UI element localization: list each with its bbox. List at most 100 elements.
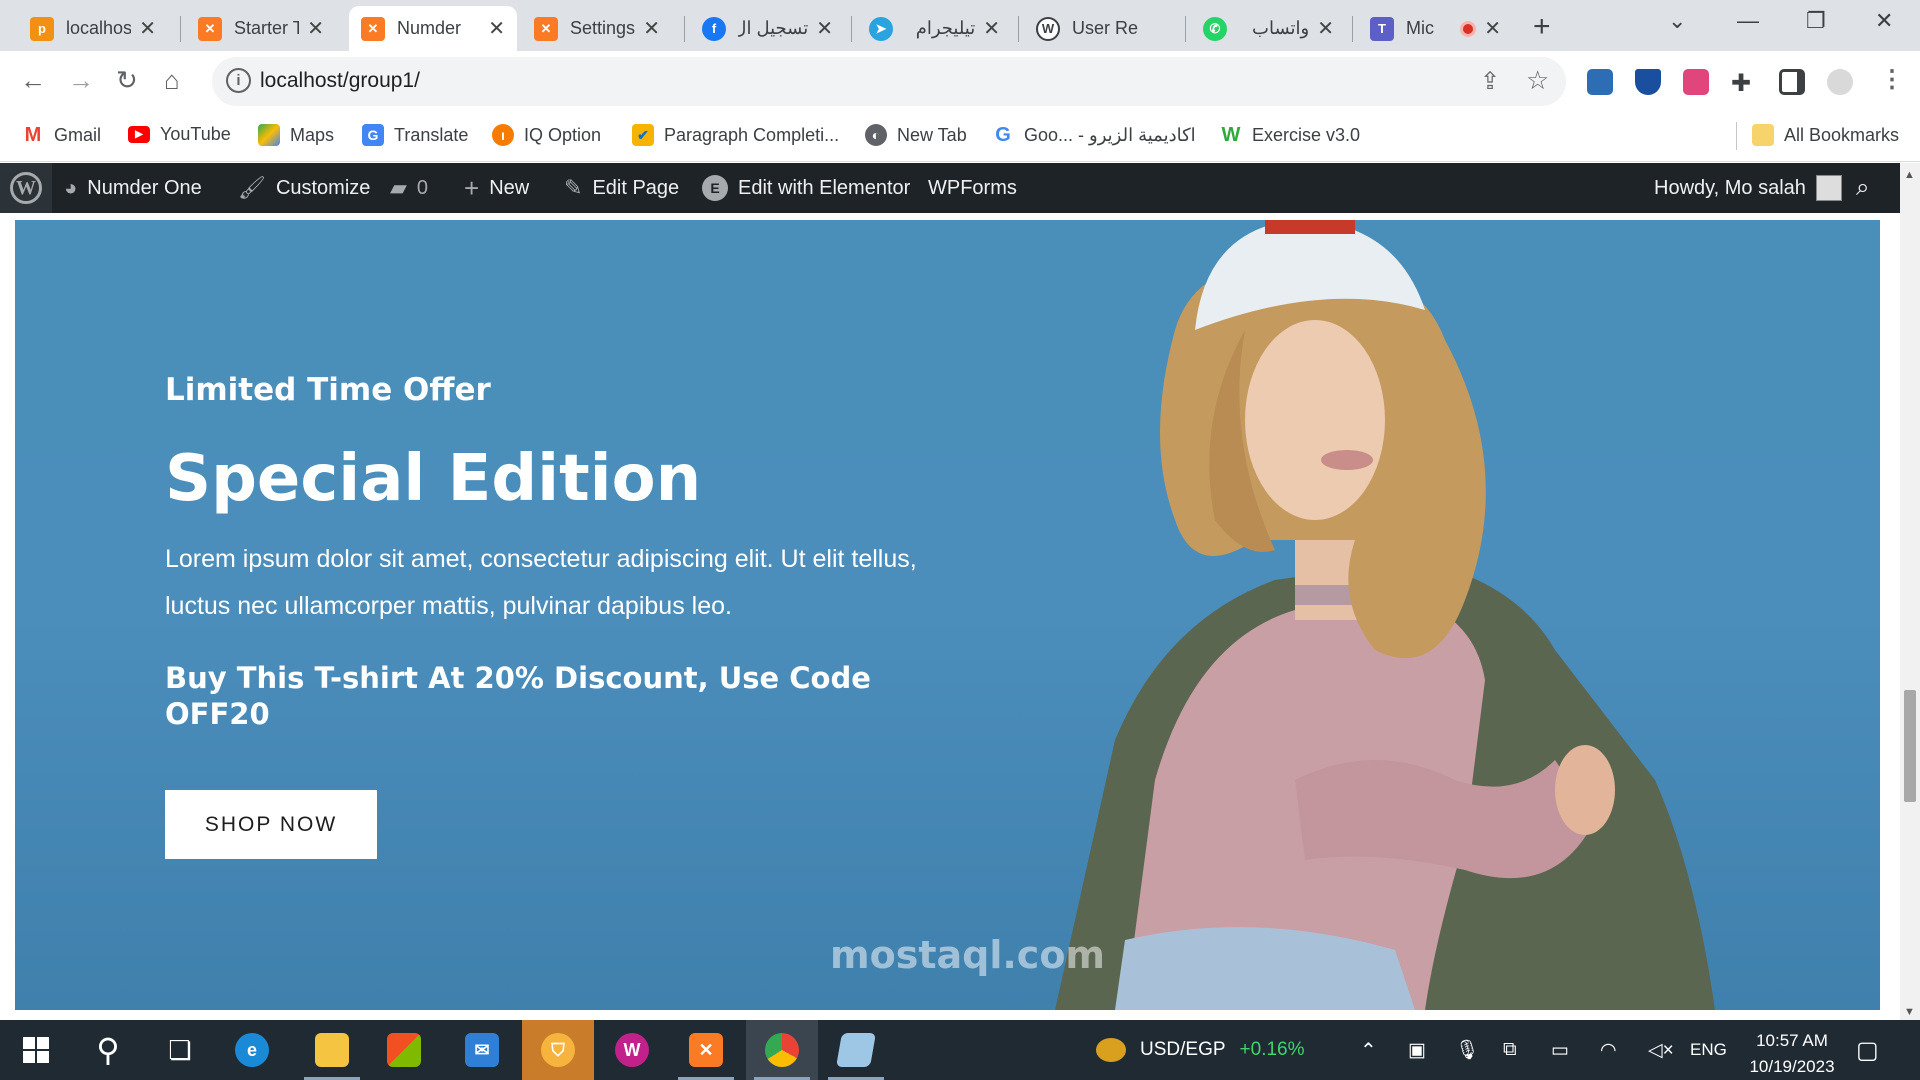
bookmark-translate[interactable]: G Translate	[362, 124, 468, 146]
taskbar-xampp[interactable]: ✕	[670, 1020, 742, 1080]
taskbar-store[interactable]	[368, 1020, 440, 1080]
share-icon[interactable]: ⇪	[1480, 67, 1500, 96]
address-bar[interactable]: i localhost/group1/ ⇪ ☆	[212, 57, 1566, 106]
restore-button[interactable]: ❐	[1806, 8, 1826, 34]
language-indicator[interactable]: ENG	[1690, 1020, 1727, 1080]
menu-kebab-icon[interactable]: ⋮	[1880, 65, 1904, 94]
close-icon[interactable]: ✕	[1317, 16, 1334, 41]
system-clock[interactable]: 10:57 AM 10/19/2023	[1742, 1028, 1842, 1080]
wordpress-logo-icon[interactable]: W	[0, 163, 52, 213]
facebook-icon: f	[702, 16, 726, 41]
wifi-icon[interactable]: ◠	[1600, 1020, 1617, 1080]
scroll-up-icon[interactable]: ▲	[1904, 169, 1915, 181]
xampp-icon: ✕	[198, 16, 222, 41]
task-view-icon[interactable]: ❏	[144, 1020, 216, 1080]
edge-icon: e	[235, 1033, 269, 1067]
close-icon[interactable]: ✕	[643, 16, 660, 41]
start-button[interactable]	[0, 1020, 72, 1080]
tab-localhost[interactable]: p localhos ✕	[18, 6, 168, 51]
taskbar-chrome[interactable]	[746, 1020, 818, 1080]
edit-page-link[interactable]: ✎ Edit Page	[564, 163, 679, 213]
tab-numder[interactable]: ✕ Numder ✕	[349, 6, 517, 51]
microphone-icon[interactable]: 🎙	[1455, 1020, 1479, 1080]
shop-now-button[interactable]: SHOP NOW	[165, 790, 377, 859]
site-info-icon[interactable]: i	[226, 68, 251, 93]
bookmark-star-icon[interactable]: ☆	[1526, 65, 1549, 96]
close-icon[interactable]: ✕	[1484, 16, 1501, 41]
home-icon[interactable]: ⌂	[164, 65, 180, 96]
iq-option-icon: ı	[492, 124, 514, 146]
currency-widget[interactable]: USD/EGP +0.16%	[1096, 1020, 1305, 1080]
brave-icon: ⛉	[541, 1033, 575, 1067]
chrome-icon	[765, 1033, 799, 1067]
bookmark-iq-option[interactable]: ı IQ Option	[492, 124, 601, 146]
hero-description: Lorem ipsum dolor sit amet, consectetur …	[165, 545, 917, 620]
watermark: mostaql.com	[830, 933, 1106, 977]
edit-with-elementor-link[interactable]: E Edit with Elementor	[702, 163, 910, 213]
extensions-puzzle-icon[interactable]: ✚	[1731, 69, 1757, 97]
scroll-down-icon[interactable]: ▼	[1904, 1006, 1915, 1018]
extension-shield-icon[interactable]	[1635, 69, 1661, 95]
tab-settings[interactable]: ✕ Settings ✕	[522, 6, 672, 51]
tab-starter[interactable]: ✕ Starter T ✕	[186, 6, 336, 51]
show-hidden-icons[interactable]: ⌃	[1360, 1020, 1377, 1080]
tab-teams[interactable]: T Mic ✕	[1358, 6, 1513, 51]
taskbar-notes[interactable]	[820, 1020, 892, 1080]
close-icon[interactable]: ✕	[816, 16, 833, 41]
volume-icon[interactable]: ◁×	[1648, 1020, 1674, 1080]
tab-user-registration[interactable]: W User Re	[1024, 6, 1179, 51]
page-scrollbar[interactable]: ▲ ▼	[1900, 163, 1920, 1020]
url-text[interactable]: localhost/group1/	[260, 69, 420, 93]
profile-avatar[interactable]	[1827, 69, 1853, 95]
wpforms-menu[interactable]: WPForms	[928, 163, 1017, 213]
search-icon[interactable]: ⌕	[1856, 163, 1869, 213]
scrollbar-thumb[interactable]	[1904, 690, 1916, 802]
tab-whatsapp[interactable]: ✆ واتساب ✕	[1191, 6, 1346, 51]
taskbar-mail[interactable]: ✉	[446, 1020, 518, 1080]
taskbar-wps[interactable]: W	[596, 1020, 668, 1080]
windows-icon	[23, 1037, 49, 1063]
tab-facebook[interactable]: f تسجيل ال ✕	[690, 6, 845, 51]
tab-search-icon[interactable]: ⌄	[1668, 8, 1686, 34]
notifications-icon[interactable]: ▢	[1856, 1020, 1879, 1080]
minimize-button[interactable]: —	[1737, 8, 1759, 34]
side-panel-icon[interactable]	[1779, 69, 1805, 95]
translate-icon: G	[362, 124, 384, 146]
comments-link[interactable]: ▰ 0	[390, 163, 428, 213]
bookmark-youtube[interactable]: ▶ YouTube	[128, 124, 231, 145]
taskbar-brave[interactable]: ⛉	[522, 1020, 594, 1080]
battery-icon[interactable]: ▭	[1551, 1020, 1569, 1080]
bookmark-gmail[interactable]: M Gmail	[22, 124, 101, 146]
close-window-button[interactable]: ✕	[1875, 8, 1893, 34]
taskbar-edge[interactable]: e	[216, 1020, 288, 1080]
bookmark-exercise[interactable]: W Exercise v3.0	[1220, 124, 1361, 146]
bookmark-google-academy[interactable]: G Goo... - اكاديمية الزيرو	[992, 124, 1195, 146]
screen-icon[interactable]: ⧉	[1503, 1020, 1517, 1080]
extension-translate-icon[interactable]	[1587, 69, 1613, 95]
reload-icon[interactable]: ↻	[116, 65, 138, 96]
tab-telegram[interactable]: ➤ تيليجرام ✕	[857, 6, 1012, 51]
close-icon[interactable]: ✕	[983, 16, 1000, 41]
user-avatar	[1815, 175, 1842, 201]
bookmark-new-tab[interactable]: ◐ New Tab	[865, 124, 967, 146]
back-icon[interactable]: ←	[20, 65, 46, 96]
bookmark-maps[interactable]: Maps	[258, 124, 334, 146]
notes-icon	[836, 1033, 876, 1067]
all-bookmarks[interactable]: All Bookmarks	[1752, 124, 1899, 146]
new-content-menu[interactable]: + New	[464, 163, 529, 213]
forward-icon[interactable]: →	[68, 65, 94, 96]
taskbar-file-explorer[interactable]	[296, 1020, 368, 1080]
close-icon[interactable]: ✕	[488, 16, 505, 41]
bookmark-paragraph[interactable]: ✔ Paragraph Completi...	[632, 124, 839, 146]
my-account-menu[interactable]: Howdy, Mo salah	[1654, 163, 1842, 213]
close-icon[interactable]: ✕	[307, 16, 324, 41]
meet-now-icon[interactable]: ▣	[1408, 1020, 1426, 1080]
customize-link[interactable]: 🖌 Customize	[238, 163, 370, 213]
paragraph-icon: ✔	[632, 124, 654, 146]
extension-pink-icon[interactable]	[1683, 69, 1709, 95]
new-tab-button[interactable]: +	[1533, 10, 1551, 44]
search-icon[interactable]: ⚲	[72, 1020, 144, 1080]
close-icon[interactable]: ✕	[139, 16, 156, 41]
coins-icon	[1096, 1038, 1126, 1062]
site-name-menu[interactable]: ◕ Numder One	[64, 163, 202, 213]
